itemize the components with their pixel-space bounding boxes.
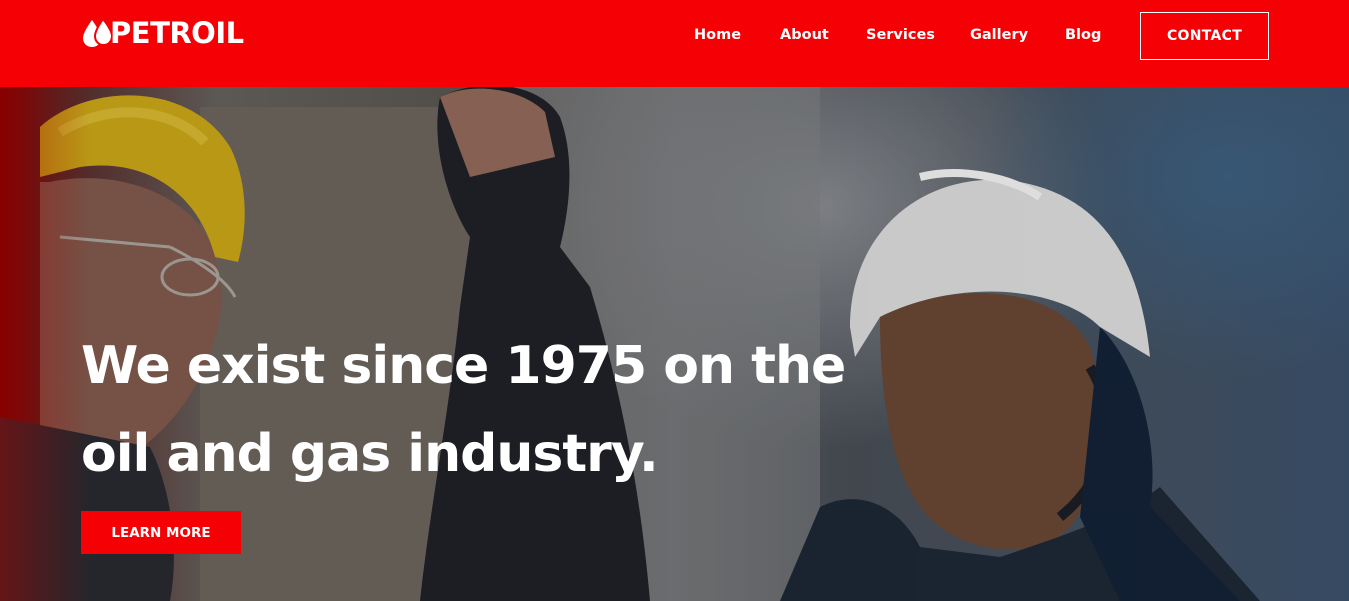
hero-headline: We exist since 1975 on the oil and gas i… <box>81 322 881 498</box>
brand-logo[interactable]: PETROIL <box>80 15 244 51</box>
hero-section: We exist since 1975 on the oil and gas i… <box>0 87 1349 601</box>
nav-link-services[interactable]: Services <box>866 25 935 45</box>
nav-link-about[interactable]: About <box>780 25 829 45</box>
contact-button[interactable]: CONTACT <box>1140 12 1269 60</box>
hero-headline-line-2: oil and gas industry. <box>81 424 659 484</box>
top-navigation-bar: PETROIL Home About Services Gallery Blog… <box>0 0 1349 87</box>
brand-name: PETROIL <box>110 16 244 50</box>
hero-headline-line-1: We exist since 1975 on the <box>81 336 846 396</box>
nav-link-home[interactable]: Home <box>694 25 741 45</box>
nav-link-blog[interactable]: Blog <box>1065 25 1101 45</box>
nav-link-gallery[interactable]: Gallery <box>970 25 1028 45</box>
learn-more-button[interactable]: LEARN MORE <box>81 511 241 554</box>
